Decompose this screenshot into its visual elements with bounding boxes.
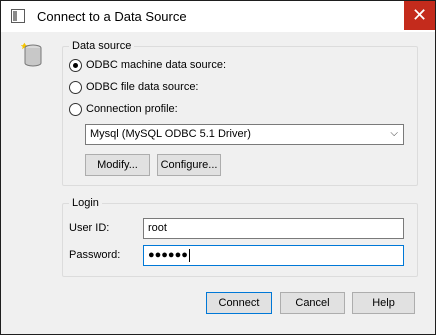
cancel-button[interactable]: Cancel [280, 292, 345, 314]
connection-profile-radio[interactable] [69, 102, 82, 116]
data-source-legend: Data source [72, 40, 132, 52]
user-id-value: root [148, 222, 167, 234]
connect-button[interactable]: Connect [206, 292, 272, 314]
help-button[interactable]: Help [352, 292, 415, 314]
connect-dialog: Connect to a Data Source ✕ Data source O… [0, 0, 436, 335]
odbc-machine-label: ODBC machine data source: [86, 59, 227, 71]
modify-button[interactable]: Modify... [85, 154, 150, 176]
data-source-select[interactable]: Mysql (MySQL ODBC 5.1 Driver) ⌵ [85, 124, 404, 145]
configure-button[interactable]: Configure... [157, 154, 221, 176]
password-label: Password: [69, 249, 121, 261]
chevron-down-icon[interactable]: ⌵ [390, 128, 398, 139]
connection-profile-option[interactable]: Connection profile: [69, 101, 178, 117]
password-value: ●●●●●● [148, 249, 188, 261]
odbc-machine-radio[interactable] [69, 58, 82, 72]
password-input[interactable]: ●●●●●● [143, 245, 404, 266]
user-id-input[interactable]: root [143, 218, 404, 239]
window-title: Connect to a Data Source [37, 9, 187, 24]
database-icon [21, 42, 42, 67]
text-caret [188, 248, 190, 262]
odbc-file-option[interactable]: ODBC file data source: [69, 79, 199, 95]
title-bar: Connect to a Data Source ✕ [1, 1, 435, 32]
odbc-machine-option[interactable]: ODBC machine data source: [69, 57, 226, 73]
odbc-file-radio[interactable] [69, 80, 82, 94]
close-button[interactable]: ✕ [404, 1, 435, 30]
connection-profile-label: Connection profile: [86, 103, 178, 115]
data-source-select-value: Mysql (MySQL ODBC 5.1 Driver) [90, 128, 251, 140]
window-icon [11, 9, 25, 23]
user-id-label: User ID: [69, 222, 110, 234]
login-legend: Login [72, 197, 99, 209]
odbc-file-label: ODBC file data source: [86, 81, 199, 93]
